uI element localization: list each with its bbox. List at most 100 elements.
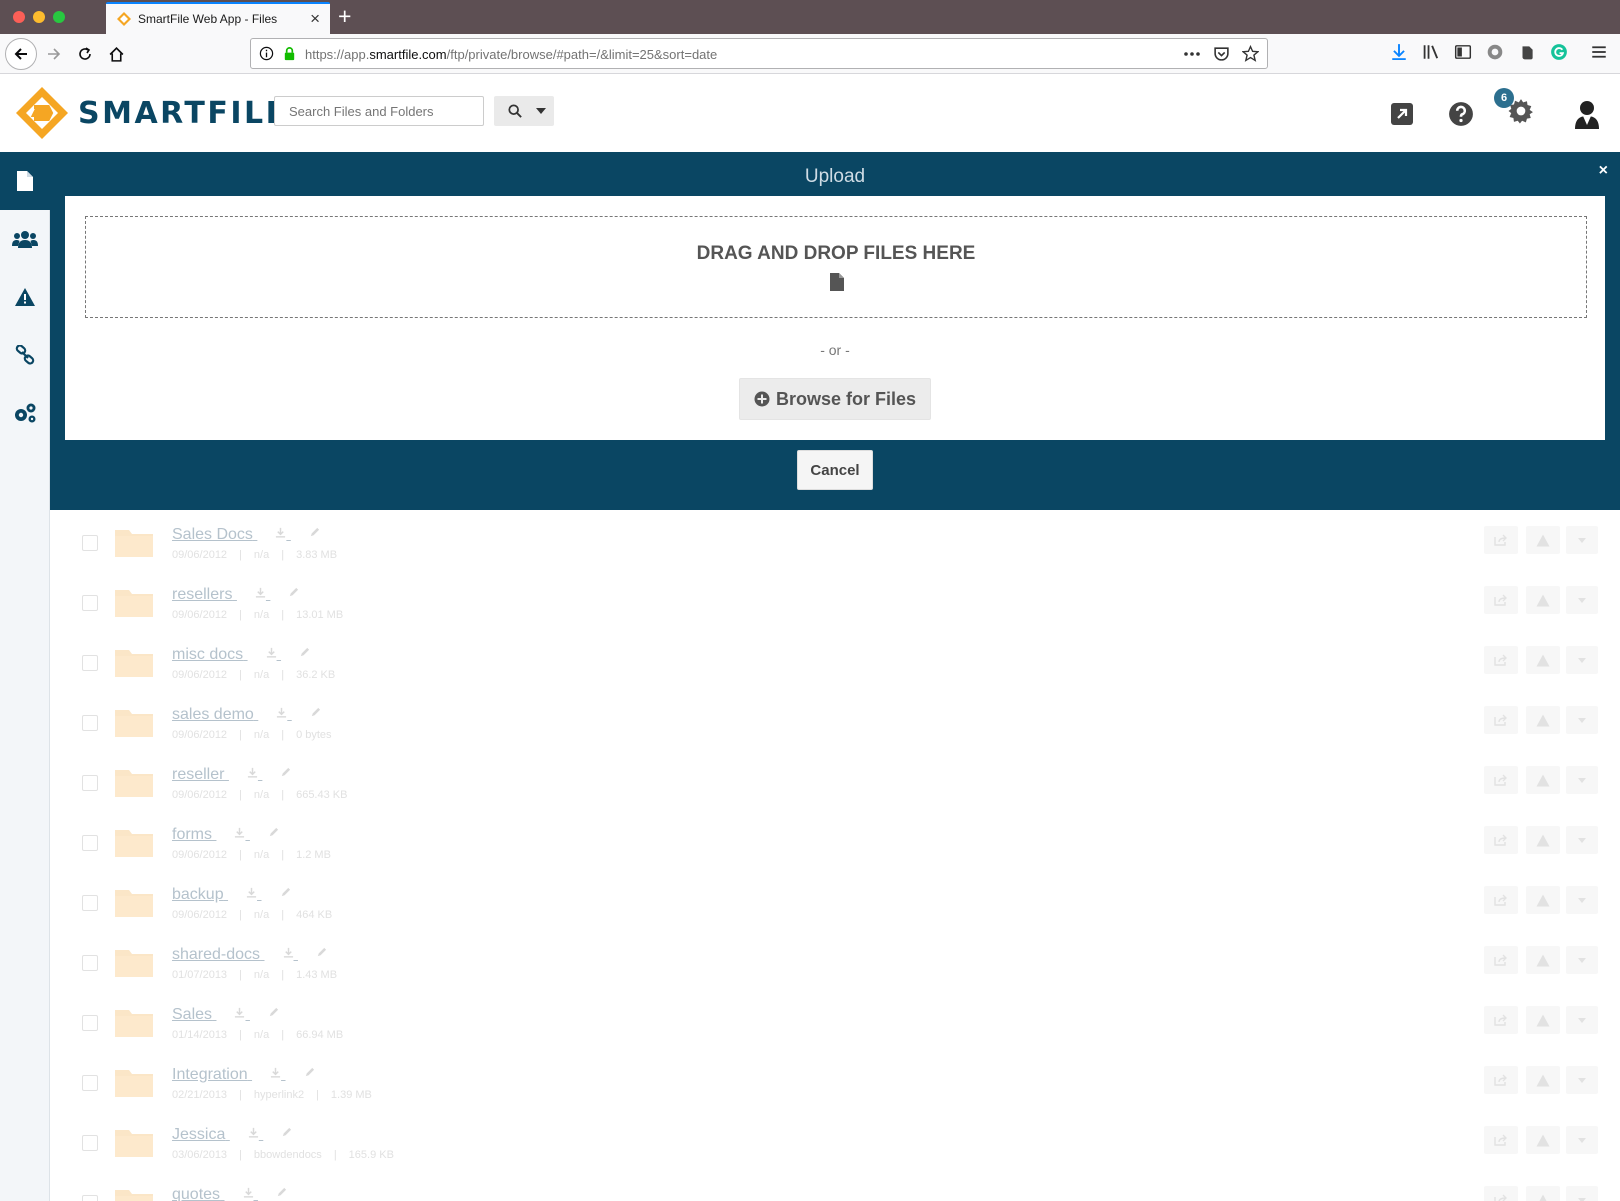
forward-button[interactable] bbox=[40, 40, 68, 68]
pencil-icon[interactable] bbox=[304, 1067, 315, 1078]
pencil-icon[interactable] bbox=[268, 827, 279, 838]
cancel-button[interactable]: Cancel bbox=[797, 450, 873, 490]
download-icon[interactable] bbox=[234, 1007, 245, 1018]
file-name-link[interactable]: Sales Docs bbox=[172, 526, 253, 543]
new-tab-button[interactable]: + bbox=[338, 3, 351, 30]
download-icon[interactable] bbox=[276, 707, 287, 718]
bookmark-star-icon[interactable] bbox=[1242, 45, 1259, 62]
download-icon[interactable] bbox=[275, 527, 286, 538]
share-button[interactable] bbox=[1484, 526, 1518, 554]
file-name-link[interactable]: misc docs bbox=[172, 646, 243, 663]
pencil-icon[interactable] bbox=[280, 767, 291, 778]
back-button[interactable] bbox=[5, 38, 37, 70]
download-icon[interactable] bbox=[248, 1127, 259, 1138]
row-menu-button[interactable] bbox=[1566, 706, 1598, 734]
row-menu-button[interactable] bbox=[1566, 766, 1598, 794]
url-bar[interactable]: https://app.smartfile.com/ftp/private/br… bbox=[250, 38, 1268, 69]
row-checkbox[interactable] bbox=[82, 835, 98, 851]
share-button[interactable] bbox=[1484, 886, 1518, 914]
info-icon[interactable] bbox=[259, 46, 274, 61]
alert-button[interactable] bbox=[1526, 1126, 1560, 1154]
library-icon[interactable] bbox=[1422, 43, 1440, 61]
alert-button[interactable] bbox=[1526, 706, 1560, 734]
alert-button[interactable] bbox=[1526, 646, 1560, 674]
alert-button[interactable] bbox=[1526, 586, 1560, 614]
search-input[interactable] bbox=[274, 96, 484, 126]
file-name-link[interactable]: Jessica bbox=[172, 1126, 225, 1143]
settings-button[interactable]: 6 bbox=[1494, 88, 1534, 129]
row-checkbox[interactable] bbox=[82, 595, 98, 611]
reload-button[interactable] bbox=[71, 40, 99, 68]
sidebar-item-alerts[interactable] bbox=[0, 268, 50, 326]
share-button[interactable] bbox=[1484, 1066, 1518, 1094]
sidebar-item-links[interactable] bbox=[0, 326, 50, 384]
upload-close-icon[interactable]: × bbox=[1599, 162, 1608, 180]
alert-button[interactable] bbox=[1526, 946, 1560, 974]
row-checkbox[interactable] bbox=[82, 535, 98, 551]
home-button[interactable] bbox=[102, 40, 130, 68]
window-maximize-button[interactable] bbox=[53, 11, 65, 23]
user-avatar[interactable] bbox=[1574, 99, 1600, 129]
pencil-icon[interactable] bbox=[280, 887, 291, 898]
alert-button[interactable] bbox=[1526, 1186, 1560, 1201]
alert-button[interactable] bbox=[1526, 1006, 1560, 1034]
caret-down-icon[interactable] bbox=[536, 108, 546, 114]
row-checkbox[interactable] bbox=[82, 655, 98, 671]
pencil-icon[interactable] bbox=[288, 587, 299, 598]
pencil-icon[interactable] bbox=[316, 947, 327, 958]
browser-tab-active[interactable]: SmartFile Web App - Files × bbox=[106, 2, 330, 34]
row-checkbox[interactable] bbox=[82, 895, 98, 911]
smartfile-logo[interactable]: SMARTFILE bbox=[14, 85, 289, 141]
share-button[interactable] bbox=[1484, 1186, 1518, 1201]
download-icon[interactable] bbox=[266, 647, 277, 658]
window-close-button[interactable] bbox=[13, 11, 25, 23]
row-menu-button[interactable] bbox=[1566, 586, 1598, 614]
pencil-icon[interactable] bbox=[310, 707, 321, 718]
share-button[interactable] bbox=[1484, 766, 1518, 794]
search-button[interactable] bbox=[494, 96, 554, 126]
browse-files-button[interactable]: Browse for Files bbox=[739, 378, 931, 420]
file-name-link[interactable]: forms bbox=[172, 826, 212, 843]
row-checkbox[interactable] bbox=[82, 1015, 98, 1031]
dropzone[interactable]: DRAG AND DROP FILES HERE bbox=[85, 216, 1587, 318]
row-checkbox[interactable] bbox=[82, 715, 98, 731]
download-icon[interactable] bbox=[246, 887, 257, 898]
download-icon[interactable] bbox=[283, 947, 294, 958]
alert-button[interactable] bbox=[1526, 526, 1560, 554]
file-name-link[interactable]: resellers bbox=[172, 586, 232, 603]
row-menu-button[interactable] bbox=[1566, 886, 1598, 914]
row-checkbox[interactable] bbox=[82, 775, 98, 791]
external-link-icon[interactable] bbox=[1390, 102, 1414, 126]
alert-button[interactable] bbox=[1526, 766, 1560, 794]
row-menu-button[interactable] bbox=[1566, 1186, 1598, 1201]
row-checkbox[interactable] bbox=[82, 1075, 98, 1091]
share-button[interactable] bbox=[1484, 826, 1518, 854]
file-name-link[interactable]: Integration bbox=[172, 1066, 248, 1083]
file-name-link[interactable]: Sales bbox=[172, 1006, 212, 1023]
row-checkbox[interactable] bbox=[82, 1135, 98, 1151]
menu-icon[interactable] bbox=[1590, 43, 1608, 61]
sidebar-item-files[interactable] bbox=[0, 152, 50, 210]
extension-gear-icon[interactable] bbox=[1486, 43, 1504, 61]
share-button[interactable] bbox=[1484, 1126, 1518, 1154]
row-menu-button[interactable] bbox=[1566, 1066, 1598, 1094]
file-name-link[interactable]: quotes bbox=[172, 1186, 220, 1201]
download-icon[interactable] bbox=[247, 767, 258, 778]
download-icon[interactable] bbox=[270, 1067, 281, 1078]
pencil-icon[interactable] bbox=[309, 527, 320, 538]
sidebar-item-users[interactable] bbox=[0, 210, 50, 268]
alert-button[interactable] bbox=[1526, 886, 1560, 914]
file-name-link[interactable]: sales demo bbox=[172, 706, 254, 723]
sidebar-toggle-icon[interactable] bbox=[1454, 43, 1472, 61]
alert-button[interactable] bbox=[1526, 826, 1560, 854]
row-menu-button[interactable] bbox=[1566, 646, 1598, 674]
pocket-icon[interactable] bbox=[1213, 45, 1230, 62]
row-menu-button[interactable] bbox=[1566, 526, 1598, 554]
pencil-icon[interactable] bbox=[268, 1007, 279, 1018]
row-menu-button[interactable] bbox=[1566, 1006, 1598, 1034]
alert-button[interactable] bbox=[1526, 1066, 1560, 1094]
sidebar-item-settings[interactable] bbox=[0, 384, 50, 442]
file-name-link[interactable]: backup bbox=[172, 886, 224, 903]
share-button[interactable] bbox=[1484, 1006, 1518, 1034]
row-menu-button[interactable] bbox=[1566, 946, 1598, 974]
